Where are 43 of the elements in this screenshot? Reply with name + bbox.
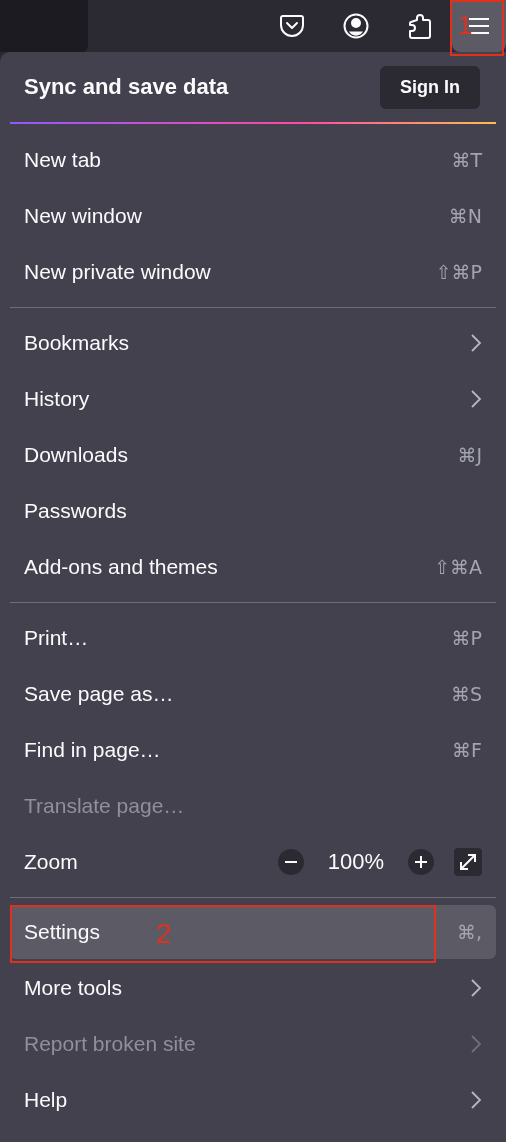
menu-item[interactable]: Add-ons and themes ⇧⌘A bbox=[10, 539, 496, 595]
chevron-right-icon bbox=[470, 1034, 482, 1054]
annotation-box bbox=[450, 0, 504, 56]
menu-item[interactable]: History bbox=[10, 371, 496, 427]
annotation-number: 2 bbox=[156, 918, 172, 950]
minus-icon bbox=[284, 861, 297, 863]
expand-icon bbox=[458, 852, 478, 872]
annotation-number: 1 bbox=[458, 10, 473, 41]
menu-item[interactable]: New private window ⇧⌘P bbox=[10, 244, 496, 300]
sign-in-button[interactable]: Sign In bbox=[380, 65, 480, 109]
zoom-label: Zoom bbox=[24, 850, 79, 874]
chevron-right-icon bbox=[470, 333, 482, 353]
shortcut-text: ⌘F bbox=[452, 739, 482, 761]
puzzle-icon bbox=[408, 13, 432, 39]
zoom-in-button[interactable] bbox=[408, 849, 434, 875]
shortcut-text: ⌘N bbox=[448, 205, 482, 227]
zoom-out-button[interactable] bbox=[277, 849, 304, 875]
menu-item[interactable]: Downloads ⌘J bbox=[10, 427, 496, 483]
shortcut-text: ⇧⌘A bbox=[434, 556, 482, 578]
shortcut-text: ⇧⌘P bbox=[435, 261, 482, 283]
menu-item[interactable]: More tools bbox=[10, 960, 496, 1016]
header-title: Sync and save data bbox=[24, 74, 230, 100]
menu-item[interactable]: Save page as… ⌘S bbox=[10, 666, 496, 722]
account-icon bbox=[343, 13, 369, 39]
menu-item[interactable]: New tab ⌘T bbox=[10, 132, 496, 188]
menu-item[interactable]: New window ⌘N bbox=[10, 188, 496, 244]
shortcut-text: ⌘J bbox=[457, 444, 482, 466]
chevron-right-icon bbox=[470, 978, 482, 998]
shortcut-text: ⌘, bbox=[456, 921, 482, 943]
menu-item[interactable]: Bookmarks bbox=[10, 315, 496, 371]
menu-item[interactable]: Find in page… ⌘F bbox=[10, 722, 496, 778]
plus-icon bbox=[415, 856, 427, 868]
shortcut-text: ⌘P bbox=[451, 627, 482, 649]
menu-item[interactable]: Passwords bbox=[10, 483, 496, 539]
chevron-right-icon bbox=[470, 1090, 482, 1110]
shortcut-text: ⌘T bbox=[451, 149, 482, 171]
pocket-icon bbox=[280, 15, 304, 37]
chevron-right-icon bbox=[470, 389, 482, 409]
shortcut-text: ⌘S bbox=[450, 683, 482, 705]
menu-item[interactable]: Help bbox=[10, 1072, 496, 1128]
fullscreen-button[interactable] bbox=[454, 848, 482, 876]
menu-item[interactable]: Print… ⌘P bbox=[10, 610, 496, 666]
zoom-level-text: 100% bbox=[327, 849, 384, 875]
